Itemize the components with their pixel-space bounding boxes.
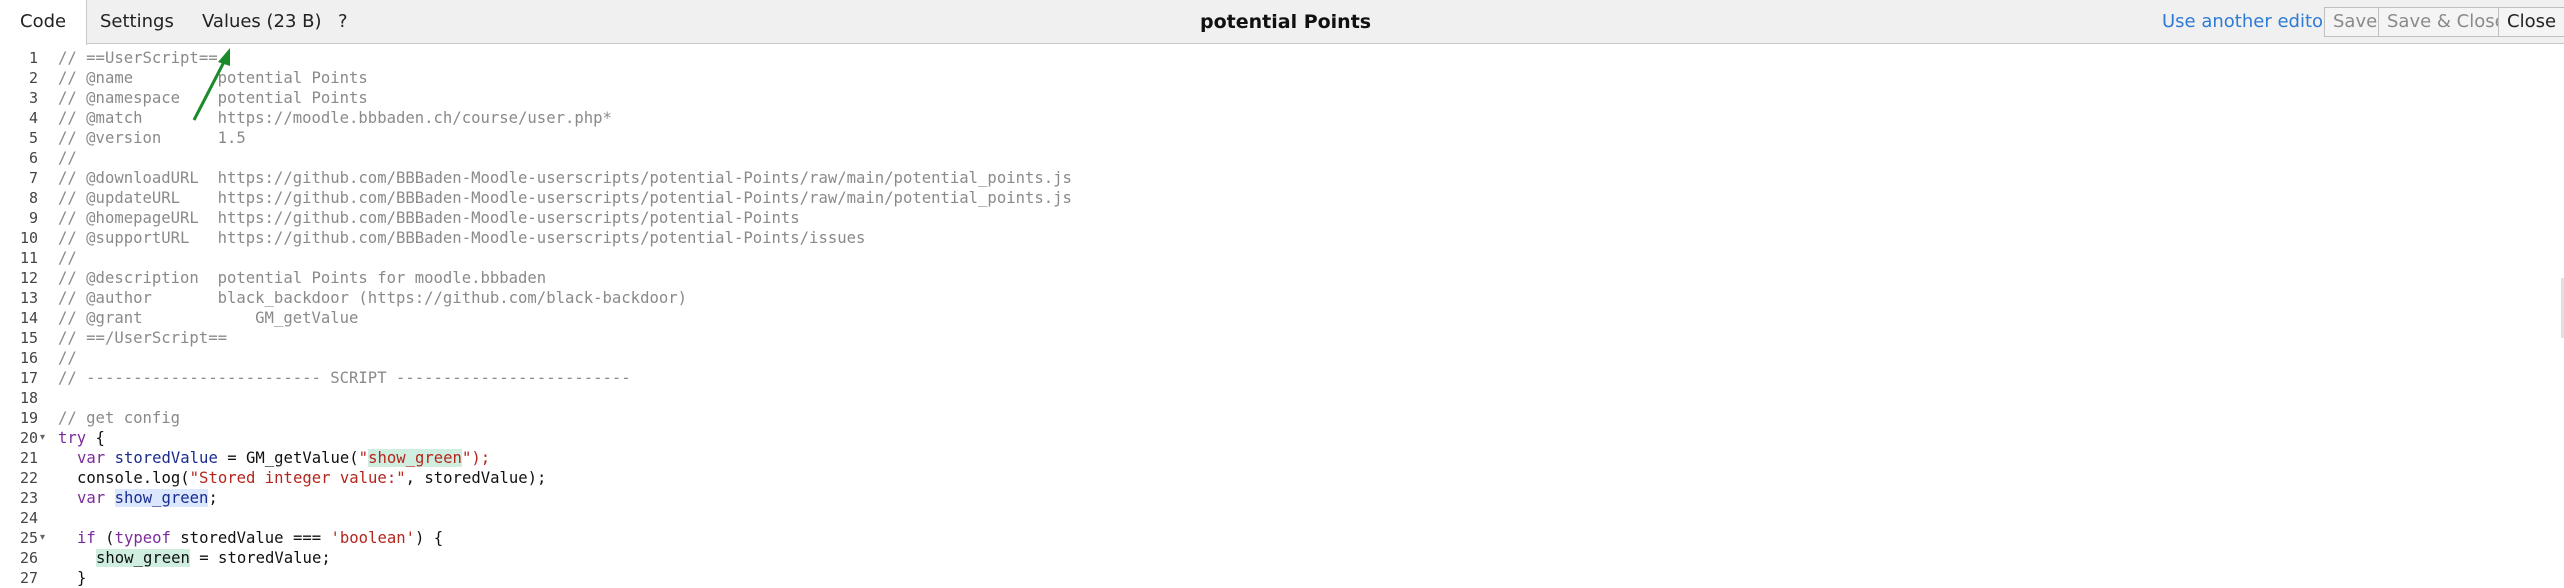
- code-line: try {: [58, 428, 105, 448]
- code-line: // @homepageURL https://github.com/BBBad…: [58, 209, 800, 227]
- highlighted-match: show_green: [96, 549, 190, 567]
- code-line: var show_green;: [77, 488, 218, 508]
- code-line: show_green = storedValue;: [96, 548, 331, 568]
- line-number: 27: [19, 569, 38, 587]
- keyword: var: [77, 449, 106, 467]
- variable: storedValue: [114, 449, 218, 467]
- code-line: // @author black_backdoor (https://githu…: [58, 289, 688, 307]
- code-text: (: [95, 529, 115, 547]
- line-number: 16: [19, 349, 38, 367]
- save-button[interactable]: Save: [2324, 7, 2387, 37]
- tab-settings[interactable]: Settings: [100, 0, 174, 44]
- code-line: // get config: [58, 409, 181, 427]
- script-title: potential Points: [1200, 11, 1372, 33]
- code-line: if (typeof storedValue === 'boolean') {: [77, 528, 443, 548]
- line-number: 5: [28, 129, 38, 147]
- line-number: 6: [28, 149, 38, 167]
- code-line: // @updateURL https://github.com/BBBaden…: [58, 189, 1072, 207]
- code-line: // ==/UserScript==: [58, 329, 227, 347]
- line-number: 20: [19, 429, 38, 447]
- line-number: 14: [19, 309, 38, 327]
- editor-toolbar: Code Settings Values (23 B) ? potential …: [0, 0, 2564, 45]
- line-number: 12: [19, 269, 38, 287]
- line-number: 23: [19, 489, 38, 507]
- line-number: 7: [28, 169, 38, 187]
- line-number: 21: [19, 449, 38, 467]
- line-number: 2: [28, 69, 38, 87]
- string: "Stored integer value:": [189, 469, 406, 487]
- code-line: //: [58, 349, 77, 367]
- code-line: //: [58, 149, 77, 167]
- code-text: ;: [208, 489, 218, 507]
- fold-arrow-icon[interactable]: ▾: [40, 528, 45, 548]
- code-line: // ------------------------- SCRIPT ----…: [58, 369, 631, 387]
- line-number: 19: [19, 409, 38, 427]
- green-arrow-icon: [192, 48, 230, 121]
- line-number: 13: [19, 289, 38, 307]
- code-text: console.log(: [77, 469, 190, 487]
- tab-help[interactable]: ?: [338, 0, 348, 44]
- line-number: 1: [28, 49, 38, 67]
- code-text: ) {: [415, 529, 444, 547]
- line-number: 17: [19, 369, 38, 387]
- save-close-button[interactable]: Save & Close: [2378, 7, 2515, 37]
- code-text: , storedValue);: [405, 469, 547, 487]
- line-number: 3: [28, 89, 38, 107]
- use-another-editor-link[interactable]: Use another editor?: [2162, 0, 2340, 44]
- highlighted-match: show_green: [368, 449, 462, 467]
- code-line: // @match https://moodle.bbbaden.ch/cour…: [58, 109, 612, 127]
- tab-values[interactable]: Values (23 B): [202, 0, 322, 44]
- keyword: var: [77, 489, 106, 507]
- line-number-gutter: 1 2 3 4 5 6 7 8 9 10 11 12 13 14 15 16 17 18 19 20 ▾ 21 22 23 24…: [0, 48, 56, 588]
- code-line: //: [58, 249, 77, 267]
- tab-code[interactable]: Code: [0, 0, 88, 45]
- code-line: console.log("Stored integer value:", sto…: [77, 468, 546, 488]
- line-number: 25: [19, 529, 38, 547]
- fold-arrow-icon[interactable]: ▾: [40, 428, 45, 448]
- line-number: 9: [28, 209, 38, 227]
- keyword: typeof: [114, 529, 171, 547]
- code-text: = GM_getValue(: [217, 449, 359, 467]
- line-number: 26: [19, 549, 38, 567]
- keyword: try: [58, 429, 87, 447]
- code-line: }: [77, 569, 87, 587]
- string: 'boolean': [330, 529, 416, 547]
- code-text: = storedValue;: [189, 549, 331, 567]
- string: ");: [461, 449, 491, 467]
- code-text: storedValue ===: [170, 529, 331, 547]
- line-number: 8: [28, 189, 38, 207]
- line-number: 18: [19, 389, 38, 407]
- code-text: {: [86, 429, 105, 447]
- line-number: 4: [28, 109, 38, 127]
- keyword: if: [77, 529, 96, 547]
- line-number: 11: [19, 249, 38, 267]
- line-number: 22: [19, 469, 38, 487]
- code-editor[interactable]: 1 2 3 4 5 6 7 8 9 10 11 12 13 14 15 16 17 18 19 20 ▾ 21 22 23 24…: [0, 48, 2564, 588]
- close-button[interactable]: Close: [2498, 7, 2564, 37]
- code-line: // @supportURL https://github.com/BBBade…: [58, 229, 866, 247]
- line-number: 10: [19, 229, 38, 247]
- code-line: // @description potential Points for moo…: [58, 269, 547, 287]
- code-line: // @downloadURL https://github.com/BBBad…: [58, 169, 1072, 187]
- line-number: 24: [19, 509, 38, 527]
- code-line: var storedValue = GM_getValue("show_gree…: [77, 448, 490, 468]
- selected-variable: show_green: [114, 489, 209, 507]
- line-number: 15: [19, 329, 38, 347]
- code-line: // @version 1.5: [58, 129, 246, 147]
- string: ": [358, 449, 369, 467]
- code-line: // @grant GM_getValue: [58, 309, 359, 327]
